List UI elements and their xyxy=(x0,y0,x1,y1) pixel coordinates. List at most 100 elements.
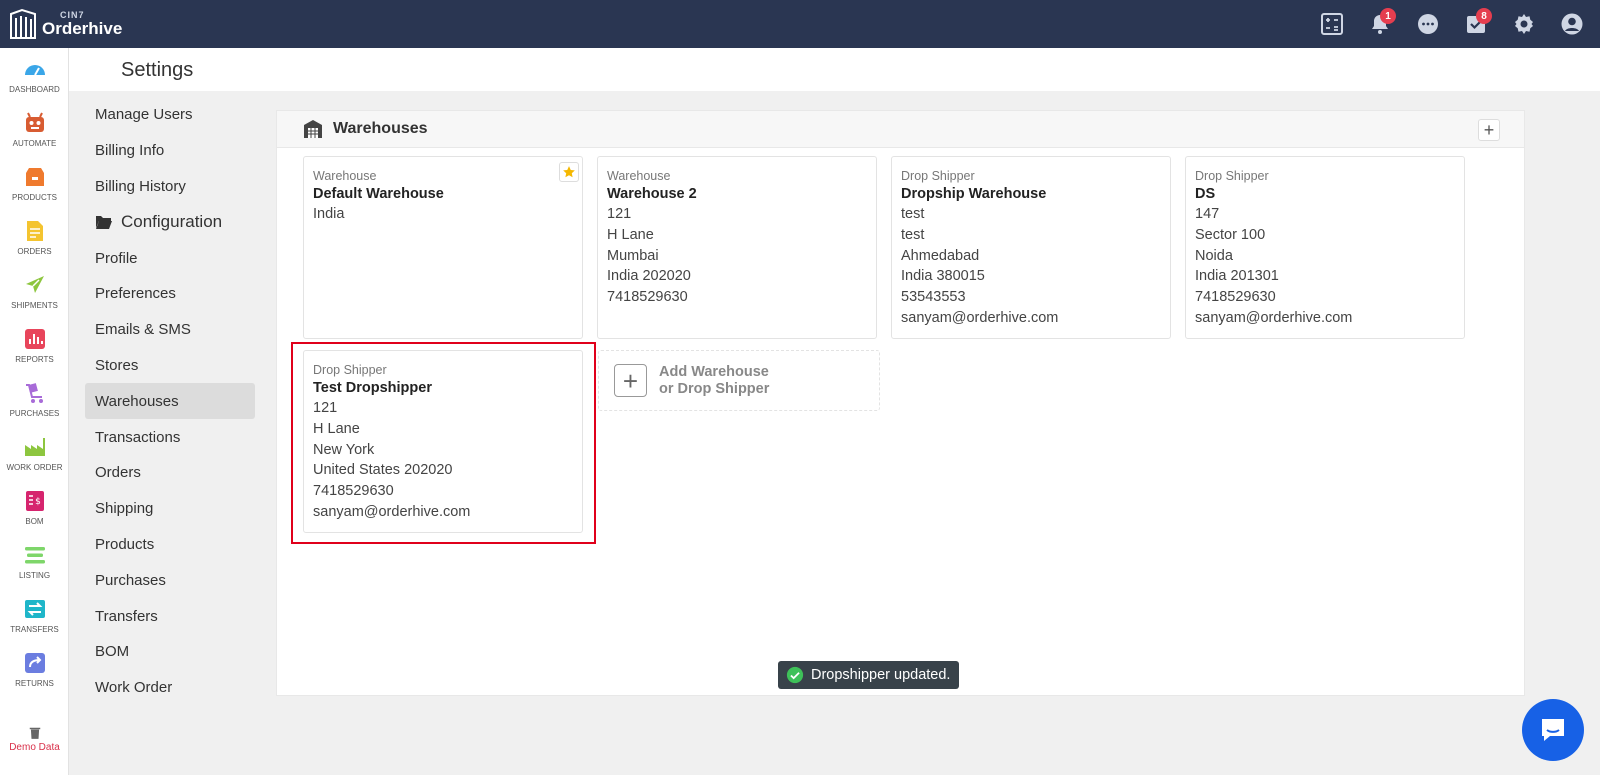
menu-work-order[interactable]: Work Order xyxy=(85,670,255,706)
robot-icon xyxy=(25,112,44,132)
chat-button[interactable] xyxy=(1412,8,1444,40)
nav-listing[interactable]: LISTING xyxy=(0,534,69,588)
calculator-button[interactable] xyxy=(1316,8,1348,40)
menu-billing-history[interactable]: Billing History xyxy=(85,169,255,205)
profile-button[interactable] xyxy=(1556,8,1588,40)
warehouse-card[interactable]: Warehouse Warehouse 2 121 H Lane Mumbai … xyxy=(597,156,877,339)
folder-open-icon xyxy=(96,216,112,230)
star-icon xyxy=(563,166,575,178)
menu-billing-info[interactable]: Billing Info xyxy=(85,133,255,169)
menu-manage-users[interactable]: Manage Users xyxy=(85,97,255,133)
card-address-line: H Lane xyxy=(607,226,654,243)
card-email: sanyam@orderhive.com xyxy=(1195,309,1353,326)
add-warehouse-card[interactable]: + Add Warehouse or Drop Shipper xyxy=(598,350,880,411)
cart-icon xyxy=(25,382,43,403)
card-country-zip: India 380015 xyxy=(901,268,985,285)
toast-message: Dropshipper updated. xyxy=(811,667,951,683)
nav-reports[interactable]: REPORTS xyxy=(0,318,69,372)
nav-products[interactable]: PRODUCTS xyxy=(0,156,69,210)
plus-icon: + xyxy=(614,364,647,397)
menu-orders[interactable]: Orders xyxy=(85,455,255,491)
card-phone: 7418529630 xyxy=(1195,289,1276,306)
card-type: Drop Shipper xyxy=(1195,169,1269,183)
nav-bom[interactable]: $ BOM xyxy=(0,480,69,534)
listing-icon xyxy=(24,546,45,563)
nav-label: AUTOMATE xyxy=(12,138,57,148)
page-header: Settings xyxy=(69,48,1600,91)
nav-work-order[interactable]: WORK ORDER xyxy=(0,426,69,480)
drop-shipper-card[interactable]: Drop Shipper DS 147 Sector 100 Noida Ind… xyxy=(1185,156,1465,339)
warehouse-card[interactable]: Warehouse Default Warehouse India xyxy=(303,156,583,339)
add-card-line2: or Drop Shipper xyxy=(659,380,770,397)
nav-purchases[interactable]: PURCHASES xyxy=(0,372,69,426)
check-circle-icon xyxy=(786,666,804,684)
card-city: New York xyxy=(313,441,375,458)
card-country-zip: United States 202020 xyxy=(313,462,453,479)
nav-label: TRANSFERS xyxy=(10,624,59,634)
card-name: Dropship Warehouse xyxy=(901,186,1047,202)
return-icon xyxy=(24,652,45,673)
menu-products[interactable]: Products xyxy=(85,527,255,563)
logo-mark-icon xyxy=(10,8,36,39)
page-title: Settings xyxy=(121,59,194,81)
top-bar: CIN7 Orderhive 1 8 xyxy=(0,0,1600,48)
card-address-line: test xyxy=(901,206,925,222)
panel-header: Warehouses xyxy=(277,111,1524,148)
drop-shipper-card[interactable]: Drop Shipper Test Dropshipper 121 H Lane… xyxy=(303,350,583,533)
menu-emails-sms[interactable]: Emails & SMS xyxy=(85,312,255,348)
card-address-line: 121 xyxy=(313,400,338,416)
nav-orders[interactable]: ORDERS xyxy=(0,210,69,264)
card-phone: 7418529630 xyxy=(313,483,394,500)
nav-automate[interactable]: AUTOMATE xyxy=(0,102,69,156)
gear-icon xyxy=(1515,14,1533,34)
nav-label: BOM xyxy=(25,516,44,526)
add-warehouse-button[interactable]: + xyxy=(1478,119,1500,141)
bar-chart-icon xyxy=(24,328,45,349)
settings-menu: Manage Users Billing Info Billing Histor… xyxy=(85,97,255,706)
nav-dashboard[interactable]: DASHBOARD xyxy=(0,48,69,102)
menu-transfers[interactable]: Transfers xyxy=(85,598,255,634)
menu-transactions[interactable]: Transactions xyxy=(85,419,255,455)
card-name: Default Warehouse xyxy=(313,186,444,202)
card-address-line: H Lane xyxy=(313,420,360,437)
card-type: Warehouse xyxy=(313,169,377,183)
drop-shipper-card[interactable]: Drop Shipper Dropship Warehouse test tes… xyxy=(891,156,1171,339)
trash-icon xyxy=(29,727,40,739)
tasks-button[interactable]: 8 xyxy=(1460,8,1492,40)
menu-warehouses[interactable]: Warehouses xyxy=(85,383,255,420)
factory-icon xyxy=(24,437,45,456)
card-city: Mumbai xyxy=(607,247,659,264)
menu-purchases[interactable]: Purchases xyxy=(85,562,255,598)
card-phone: 7418529630 xyxy=(607,289,688,306)
menu-bom[interactable]: BOM xyxy=(85,634,255,670)
notifications-button[interactable]: 1 xyxy=(1364,8,1396,40)
menu-shipping[interactable]: Shipping xyxy=(85,491,255,527)
chat-icon xyxy=(1542,719,1564,741)
nav-label: RETURNS xyxy=(15,678,54,688)
card-address-line: test xyxy=(901,226,925,243)
demo-data-button[interactable]: Demo Data xyxy=(0,726,69,753)
card-city: Ahmedabad xyxy=(901,247,980,264)
card-city: Noida xyxy=(1195,247,1233,264)
menu-profile[interactable]: Profile xyxy=(85,240,255,276)
menu-stores[interactable]: Stores xyxy=(85,348,255,384)
default-star-button[interactable] xyxy=(559,162,579,182)
document-icon xyxy=(26,220,43,241)
settings-button[interactable] xyxy=(1508,8,1540,40)
plane-icon xyxy=(25,275,44,293)
brand-name: Orderhive xyxy=(42,19,123,38)
menu-preferences[interactable]: Preferences xyxy=(85,276,255,312)
nav-label: SHIPMENTS xyxy=(11,300,58,310)
card-email: sanyam@orderhive.com xyxy=(901,309,1059,326)
brand-logo[interactable]: CIN7 Orderhive xyxy=(8,6,122,42)
nav-returns[interactable]: RETURNS xyxy=(0,642,69,696)
card-address-line: 121 xyxy=(607,206,632,222)
nav-transfers[interactable]: TRANSFERS xyxy=(0,588,69,642)
nav-shipments[interactable]: SHIPMENTS xyxy=(0,264,69,318)
card-type: Drop Shipper xyxy=(901,169,975,183)
support-chat-button[interactable] xyxy=(1522,699,1584,761)
menu-section-configuration: Configuration xyxy=(85,204,255,240)
menu-section-label: Configuration xyxy=(121,212,223,232)
nav-label: ORDERS xyxy=(17,246,52,256)
card-phone: 53543553 xyxy=(901,289,966,306)
